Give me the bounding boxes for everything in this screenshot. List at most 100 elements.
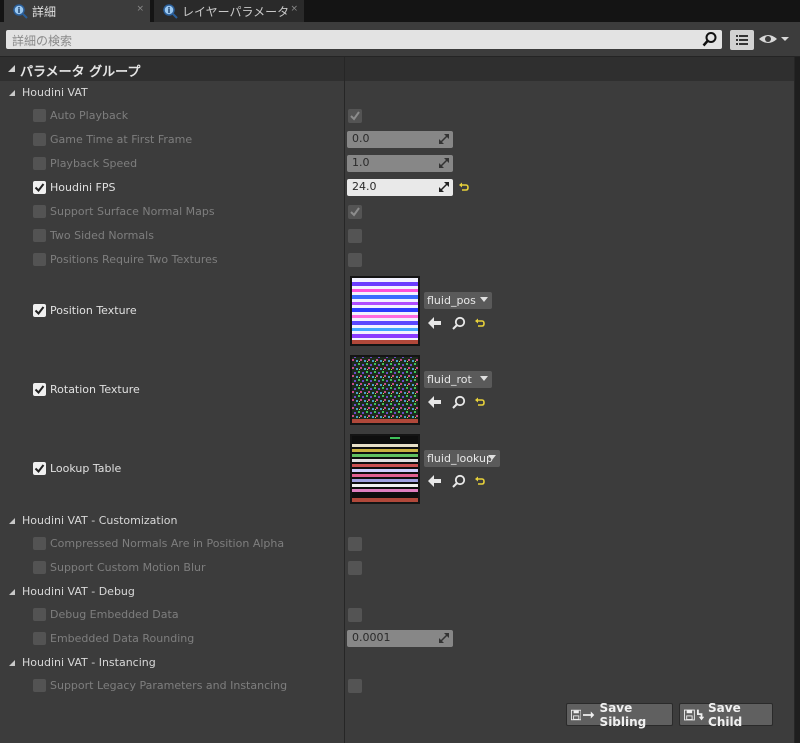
list-view-button[interactable]: [730, 30, 754, 50]
save-child-button[interactable]: Save Child: [679, 700, 773, 729]
chevron-down-icon: [480, 297, 488, 302]
search-icon[interactable]: [702, 31, 718, 47]
save-icon: [571, 709, 582, 720]
drag-arrows-icon: [439, 633, 449, 643]
tab-details-close-icon[interactable]: ×: [136, 4, 144, 14]
override-checkbox[interactable]: [33, 133, 46, 146]
browse-search-icon[interactable]: [452, 474, 466, 488]
param-embedded-data-rounding: Embedded Data Rounding 0.0001: [0, 627, 794, 651]
asset-type-bar: [352, 498, 418, 502]
section-title: Houdini VAT - Instancing: [22, 656, 156, 669]
use-selected-arrow-icon[interactable]: [428, 475, 442, 487]
override-checkbox[interactable]: [33, 632, 46, 645]
save-child-label: Save Child: [708, 700, 743, 729]
search-input[interactable]: 詳細の検索: [6, 30, 722, 49]
position-texture-thumbnail[interactable]: [350, 276, 420, 346]
save-sibling-button[interactable]: Save Sibling: [566, 700, 673, 729]
lookup-table-thumbnail[interactable]: [350, 434, 420, 504]
override-checkbox[interactable]: [33, 229, 46, 242]
value-checkbox[interactable]: [348, 561, 362, 575]
check-icon: [350, 111, 360, 121]
param-playback-speed: Playback Speed 1.0: [0, 152, 794, 176]
tab-details-label: 詳細: [32, 4, 57, 19]
arrow-down-icon: [696, 709, 705, 720]
param-legacy-instancing: Support Legacy Parameters and Instancing: [0, 674, 794, 698]
tab-details[interactable]: i 詳細 ×: [4, 0, 150, 22]
number-field[interactable]: 0.0001: [347, 630, 453, 647]
number-field[interactable]: 1.0: [347, 155, 453, 172]
list-icon: [736, 35, 748, 45]
value-checkbox[interactable]: [348, 229, 362, 243]
svg-text:i: i: [18, 6, 21, 15]
value-checkbox[interactable]: [348, 205, 362, 219]
override-checkbox[interactable]: [33, 608, 46, 621]
section-houdini-vat-instancing[interactable]: Houdini VAT - Instancing: [0, 651, 794, 675]
texture-preview: [352, 357, 418, 419]
collapse-triangle-icon: [8, 65, 15, 72]
asset-type-bar: [352, 419, 418, 423]
section-houdini-vat-customization[interactable]: Houdini VAT - Customization: [0, 509, 794, 533]
asset-name: fluid_rot: [427, 373, 472, 386]
param-label: Auto Playback: [50, 109, 129, 122]
param-label: Rotation Texture: [50, 383, 140, 396]
check-icon: [350, 207, 360, 217]
override-checkbox[interactable]: [33, 462, 46, 475]
reset-to-default-icon[interactable]: [459, 182, 469, 192]
param-label: Debug Embedded Data: [50, 608, 179, 621]
browse-search-icon[interactable]: [452, 316, 466, 330]
param-two-textures: Positions Require Two Textures: [0, 248, 794, 272]
param-game-time: Game Time at First Frame 0.0: [0, 128, 794, 152]
section-title: Houdini VAT - Debug: [22, 585, 135, 598]
svg-text:i: i: [168, 6, 171, 15]
number-value: 0.0: [352, 132, 370, 145]
check-icon: [34, 464, 45, 474]
value-checkbox[interactable]: [348, 253, 362, 267]
override-checkbox[interactable]: [33, 109, 46, 122]
override-checkbox[interactable]: [33, 253, 46, 266]
visibility-button[interactable]: [758, 31, 790, 50]
use-selected-arrow-icon[interactable]: [428, 396, 442, 408]
texture-preview: [352, 436, 418, 498]
override-checkbox[interactable]: [33, 304, 46, 317]
asset-dropdown[interactable]: fluid_lookup: [424, 450, 500, 467]
override-checkbox[interactable]: [33, 181, 46, 194]
param-compressed-normals: Compressed Normals Are in Position Alpha: [0, 532, 794, 556]
reset-to-default-icon[interactable]: [475, 397, 485, 407]
reset-to-default-icon[interactable]: [475, 476, 485, 486]
parameter-group-header[interactable]: パラメータ グループ: [0, 57, 794, 81]
section-houdini-vat[interactable]: Houdini VAT: [0, 81, 794, 105]
param-debug-embedded-data: Debug Embedded Data: [0, 603, 794, 627]
override-checkbox[interactable]: [33, 537, 46, 550]
value-checkbox[interactable]: [348, 537, 362, 551]
tab-layer-parameters[interactable]: i レイヤーパラメータ ×: [154, 0, 304, 22]
rotation-texture-thumbnail[interactable]: [350, 355, 420, 425]
asset-dropdown[interactable]: fluid_pos: [424, 292, 492, 309]
param-houdini-fps: Houdini FPS 24.0: [0, 176, 794, 200]
value-checkbox[interactable]: [348, 109, 362, 123]
number-field[interactable]: 24.0: [347, 179, 453, 196]
value-checkbox[interactable]: [348, 608, 362, 622]
value-checkbox[interactable]: [348, 679, 362, 693]
override-checkbox[interactable]: [33, 205, 46, 218]
collapse-triangle-icon: [9, 518, 15, 524]
save-sibling-label: Save Sibling: [599, 700, 647, 729]
override-checkbox[interactable]: [33, 561, 46, 574]
asset-name: fluid_pos: [427, 294, 476, 307]
number-field[interactable]: 0.0: [347, 131, 453, 148]
asset-dropdown[interactable]: fluid_rot: [424, 371, 492, 388]
param-label: Compressed Normals Are in Position Alpha: [50, 537, 285, 550]
tab-bar: i 詳細 × i レイヤーパラメータ ×: [0, 0, 800, 22]
override-checkbox[interactable]: [33, 383, 46, 396]
details-icon: i: [13, 4, 28, 19]
override-checkbox[interactable]: [33, 679, 46, 692]
use-selected-arrow-icon[interactable]: [428, 317, 442, 329]
arrow-right-icon: [583, 711, 595, 718]
param-label: Two Sided Normals: [50, 229, 154, 242]
param-label: Playback Speed: [50, 157, 138, 170]
section-houdini-vat-debug[interactable]: Houdini VAT - Debug: [0, 580, 794, 604]
reset-to-default-icon[interactable]: [475, 318, 485, 328]
browse-search-icon[interactable]: [452, 395, 466, 409]
tab-layer-parameters-close-icon[interactable]: ×: [290, 4, 298, 14]
check-icon: [34, 306, 45, 316]
override-checkbox[interactable]: [33, 157, 46, 170]
